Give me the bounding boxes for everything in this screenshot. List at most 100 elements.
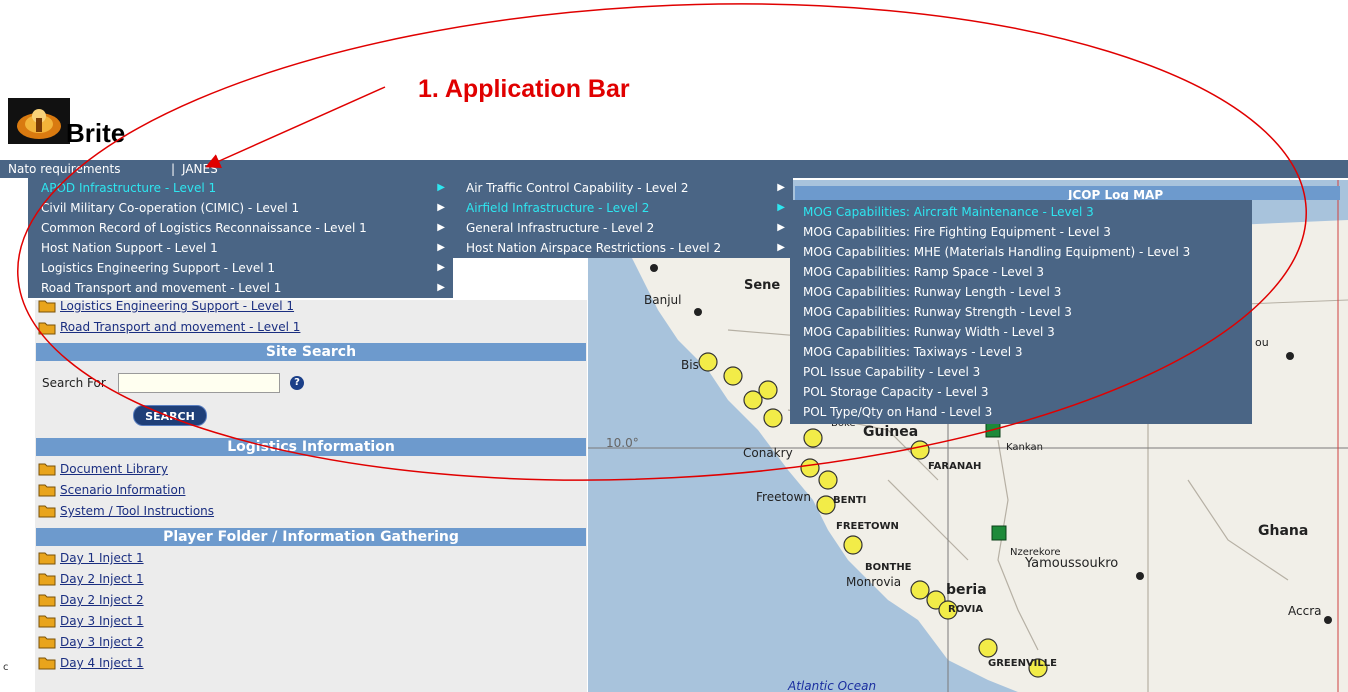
map-label-bonthe: BONTHE (865, 562, 912, 573)
menu3-item-pol-type[interactable]: POL Type/Qty on Hand - Level 3 (790, 402, 1252, 422)
folder-icon (38, 615, 56, 628)
folder-icon (38, 463, 56, 476)
submenu-arrow-icon: ▶ (437, 222, 445, 233)
link-logistics-engineering[interactable]: Logistics Engineering Support - Level 1 (60, 299, 294, 313)
submenu-arrow-icon: ▶ (777, 202, 785, 213)
submenu-arrow-icon: ▶ (777, 222, 785, 233)
submenu-arrow-icon: ▶ (437, 202, 445, 213)
menu3-item-ramp-space[interactable]: MOG Capabilities: Ramp Space - Level 3 (790, 262, 1252, 282)
folder-icon (38, 552, 56, 565)
menu1-item-apod[interactable]: APOD Infrastructure - Level 1 ▶ (28, 178, 453, 198)
map-label-senegal: Sene (744, 278, 781, 293)
map-label-conakry: Conakry (743, 446, 793, 460)
map-label-monrovia: Monrovia (846, 575, 902, 589)
submenu-arrow-icon: ▶ (437, 282, 445, 293)
menu3-item-runway-width[interactable]: MOG Capabilities: Runway Width - Level 3 (790, 322, 1252, 342)
menu-item-label: Civil Military Co-operation (CIMIC) - Le… (41, 201, 300, 215)
menu2-item-general[interactable]: General Infrastructure - Level 2 ▶ (453, 218, 793, 238)
menu-item-label: Common Record of Logistics Reconnaissanc… (41, 221, 367, 235)
menu-item-label: Host Nation Support - Level 1 (41, 241, 218, 255)
menu-item-label: APOD Infrastructure - Level 1 (41, 181, 217, 195)
folder-icon (38, 573, 56, 586)
search-label: Search For (42, 376, 106, 390)
menu-item-label: Air Traffic Control Capability - Level 2 (466, 181, 689, 195)
search-button[interactable]: SEARCH (133, 405, 207, 426)
menu2-item-airfield[interactable]: Airfield Infrastructure - Level 2 ▶ (453, 198, 793, 218)
menu1-item-logistics-eng[interactable]: Logistics Engineering Support - Level 1 ▶ (28, 258, 453, 278)
map-label-banjul: Banjul (644, 293, 682, 307)
menu3-item-taxiways[interactable]: MOG Capabilities: Taxiways - Level 3 (790, 342, 1252, 362)
map-label-latitude: 10.0° (606, 436, 639, 450)
nav-janes[interactable]: JANES (182, 160, 218, 178)
menu3-item-pol-issue[interactable]: POL Issue Capability - Level 3 (790, 362, 1252, 382)
map-label-monrovia-caps: ROVIA (948, 604, 984, 615)
menu2-item-airspace[interactable]: Host Nation Airspace Restrictions - Leve… (453, 238, 793, 258)
submenu-arrow-icon: ▶ (437, 182, 445, 193)
link-day2-inject1[interactable]: Day 2 Inject 1 (60, 572, 144, 586)
menu1-item-road-transport[interactable]: Road Transport and movement - Level 1 ▶ (28, 278, 453, 298)
submenu-arrow-icon: ▶ (437, 262, 445, 273)
menu-level3: MOG Capabilities: Aircraft Maintenance -… (790, 200, 1252, 424)
folder-icon (38, 636, 56, 649)
menu2-item-atc[interactable]: Air Traffic Control Capability - Level 2… (453, 178, 793, 198)
stray-mark: c (3, 662, 9, 673)
map-label-bissau: Bis (681, 358, 699, 372)
logistics-information-heading: Logistics Information (36, 438, 586, 456)
folder-icon (38, 484, 56, 497)
link-day2-inject2[interactable]: Day 2 Inject 2 (60, 593, 144, 607)
link-day3-inject1[interactable]: Day 3 Inject 1 (60, 614, 144, 628)
map-label-liberia: beria (946, 582, 987, 598)
map-label-freetown: Freetown (756, 490, 811, 504)
folder-icon (38, 505, 56, 518)
submenu-arrow-icon: ▶ (777, 182, 785, 193)
map-label-ghana: Ghana (1258, 523, 1309, 539)
site-search-heading: Site Search (36, 343, 586, 361)
submenu-arrow-icon: ▶ (777, 242, 785, 253)
player-folder-heading: Player Folder / Information Gathering (36, 528, 586, 546)
map-label-accra: Accra (1288, 604, 1322, 618)
menu1-item-cimic[interactable]: Civil Military Co-operation (CIMIC) - Le… (28, 198, 453, 218)
map-label-guinea: Guinea (863, 424, 919, 440)
map-label-atlantic: Atlantic Ocean (788, 679, 877, 692)
link-document-library[interactable]: Document Library (60, 462, 168, 476)
menu3-item-pol-storage[interactable]: POL Storage Capacity - Level 3 (790, 382, 1252, 402)
link-system-tool-instructions[interactable]: System / Tool Instructions (60, 504, 214, 518)
map-label-yamoussoukro: Yamoussoukro (1025, 556, 1119, 571)
menu-level1: APOD Infrastructure - Level 1 ▶ Civil Mil… (28, 178, 453, 298)
menu-item-label: General Infrastructure - Level 2 (466, 221, 655, 235)
map-label-ou: ou (1255, 336, 1269, 349)
map-label-kankan: Kankan (1006, 442, 1043, 453)
brand-name: Brite (66, 118, 126, 148)
search-input[interactable] (118, 373, 280, 393)
menu3-item-mhe[interactable]: MOG Capabilities: MHE (Materials Handlin… (790, 242, 1252, 262)
link-scenario-information[interactable]: Scenario Information (60, 483, 185, 497)
brite-logo-icon (8, 98, 70, 144)
menu-item-label: Host Nation Airspace Restrictions - Leve… (466, 241, 722, 255)
map-label-benti: BENTI (833, 495, 867, 506)
link-day1-inject1[interactable]: Day 1 Inject 1 (60, 551, 144, 565)
menu-level2: Air Traffic Control Capability - Level 2… (453, 178, 793, 258)
menu1-item-host-nation[interactable]: Host Nation Support - Level 1 ▶ (28, 238, 453, 258)
folder-icon (38, 594, 56, 607)
menu-item-label: Airfield Infrastructure - Level 2 (466, 201, 650, 215)
link-day3-inject2[interactable]: Day 3 Inject 2 (60, 635, 144, 649)
folder-icon (38, 300, 56, 313)
annotation-title: 1. Application Bar (418, 75, 630, 103)
menu3-item-runway-strength[interactable]: MOG Capabilities: Runway Strength - Leve… (790, 302, 1252, 322)
annotation-arrow-icon (205, 86, 386, 168)
folder-icon (38, 322, 56, 335)
menu-item-label: Logistics Engineering Support - Level 1 (41, 261, 276, 275)
map-label-faranah: FARANAH (928, 461, 982, 472)
help-icon[interactable]: ? (290, 376, 304, 390)
submenu-arrow-icon: ▶ (437, 242, 445, 253)
folder-icon (38, 657, 56, 670)
nav-nato-requirements[interactable]: Nato requirements (8, 160, 121, 178)
link-day4-inject1[interactable]: Day 4 Inject 1 (60, 656, 144, 670)
menu3-item-aircraft-maintenance[interactable]: MOG Capabilities: Aircraft Maintenance -… (790, 202, 1252, 222)
menu3-item-runway-length[interactable]: MOG Capabilities: Runway Length - Level … (790, 282, 1252, 302)
link-road-transport[interactable]: Road Transport and movement - Level 1 (60, 320, 300, 334)
menu-item-label: Road Transport and movement - Level 1 (41, 281, 282, 295)
menu1-item-crlr[interactable]: Common Record of Logistics Reconnaissanc… (28, 218, 453, 238)
nav-separator: | (171, 162, 176, 176)
menu3-item-fire-fighting[interactable]: MOG Capabilities: Fire Fighting Equipmen… (790, 222, 1252, 242)
